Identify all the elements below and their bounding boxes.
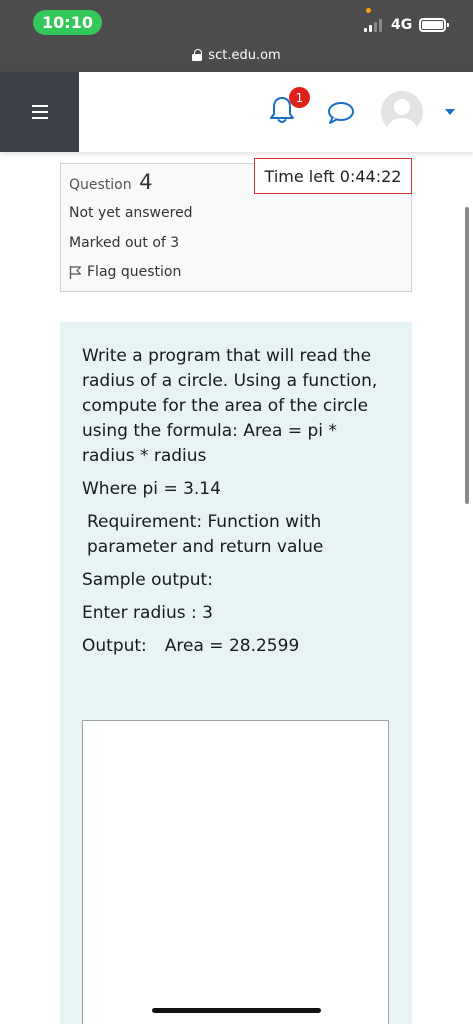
battery-icon — [419, 18, 449, 32]
signal-icon — [364, 18, 386, 32]
sample-output-heading: Sample output: — [82, 570, 213, 590]
chat-bubble-icon — [328, 102, 354, 124]
question-state: Not yet answered — [69, 205, 193, 221]
flag-icon — [69, 265, 82, 279]
question-requirement: Requirement: Function with parameter and… — [87, 512, 324, 557]
question-content: Write a program that will read the radiu… — [60, 322, 412, 1024]
status-clock: 10:10 — [33, 10, 102, 35]
question-label: Question — [69, 177, 132, 193]
sample-input-line: Enter radius : 3 — [82, 603, 213, 623]
menu-toggle-button[interactable] — [0, 72, 79, 152]
url-text: sct.edu.om — [208, 47, 281, 63]
sample-output-value: Area = 28.2599 — [164, 636, 300, 656]
notification-count-badge: 1 — [289, 87, 310, 108]
lock-icon — [192, 49, 203, 61]
flag-question-link[interactable]: Flag question — [69, 264, 181, 280]
status-indicator-dot — [366, 8, 371, 13]
sample-output-label: Output: — [82, 636, 147, 656]
sample-output-line: Output: Area = 28.2599 — [82, 634, 394, 659]
hamburger-icon — [31, 105, 48, 119]
quiz-timer: Time left 0:44:22 — [254, 158, 412, 194]
network-type: 4G — [391, 17, 413, 33]
question-grade: Marked out of 3 — [69, 235, 180, 251]
flag-question-label: Flag question — [87, 264, 182, 280]
page-scrollbar[interactable] — [465, 207, 469, 504]
messages-button[interactable] — [326, 101, 356, 125]
home-indicator[interactable] — [152, 1008, 321, 1013]
address-bar[interactable]: sct.edu.om — [0, 44, 473, 66]
question-prompt: Write a program that will read the radiu… — [82, 346, 378, 466]
answer-textarea[interactable] — [82, 720, 389, 1024]
browser-chrome: 10:10 4G sct.edu.om — [0, 0, 473, 72]
question-number-value: 4 — [139, 170, 153, 194]
user-avatar[interactable] — [381, 91, 423, 133]
question-number: Question 4 — [69, 170, 152, 194]
question-text: Write a program that will read the radiu… — [82, 344, 394, 667]
site-navbar — [0, 72, 473, 152]
user-menu-caret-icon[interactable] — [445, 109, 455, 115]
question-pi-line: Where pi = 3.14 — [82, 479, 221, 499]
